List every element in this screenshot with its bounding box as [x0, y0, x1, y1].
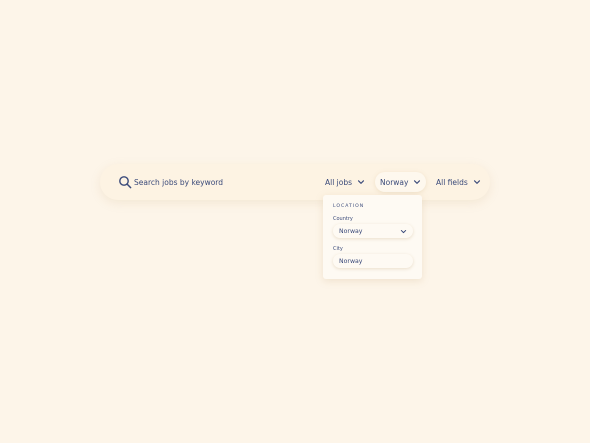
jobs-filter-label: All jobs: [325, 177, 353, 187]
fields-filter-label: All fields: [436, 177, 468, 187]
city-label: City: [333, 246, 343, 252]
country-select[interactable]: Norway: [333, 224, 413, 238]
jobs-filter[interactable]: All jobs: [325, 172, 365, 192]
country-filter-label: Norway: [380, 177, 409, 187]
country-select-value: Norway: [339, 227, 363, 235]
fields-filter[interactable]: All fields: [436, 172, 481, 192]
city-input[interactable]: [333, 254, 413, 268]
chevron-down-icon: [473, 180, 480, 184]
country-filter[interactable]: Norway: [375, 172, 426, 192]
chevron-down-icon: [357, 180, 365, 184]
chevron-down-icon: [400, 229, 407, 234]
search-input[interactable]: [134, 173, 304, 191]
country-label: Country: [333, 216, 353, 222]
location-dropdown: LOCATION Country Norway City: [323, 195, 422, 279]
search-icon: [119, 176, 132, 189]
location-heading: LOCATION: [333, 204, 365, 209]
search-bar: All jobs Norway All fields: [100, 164, 490, 200]
chevron-down-icon: [414, 180, 421, 184]
